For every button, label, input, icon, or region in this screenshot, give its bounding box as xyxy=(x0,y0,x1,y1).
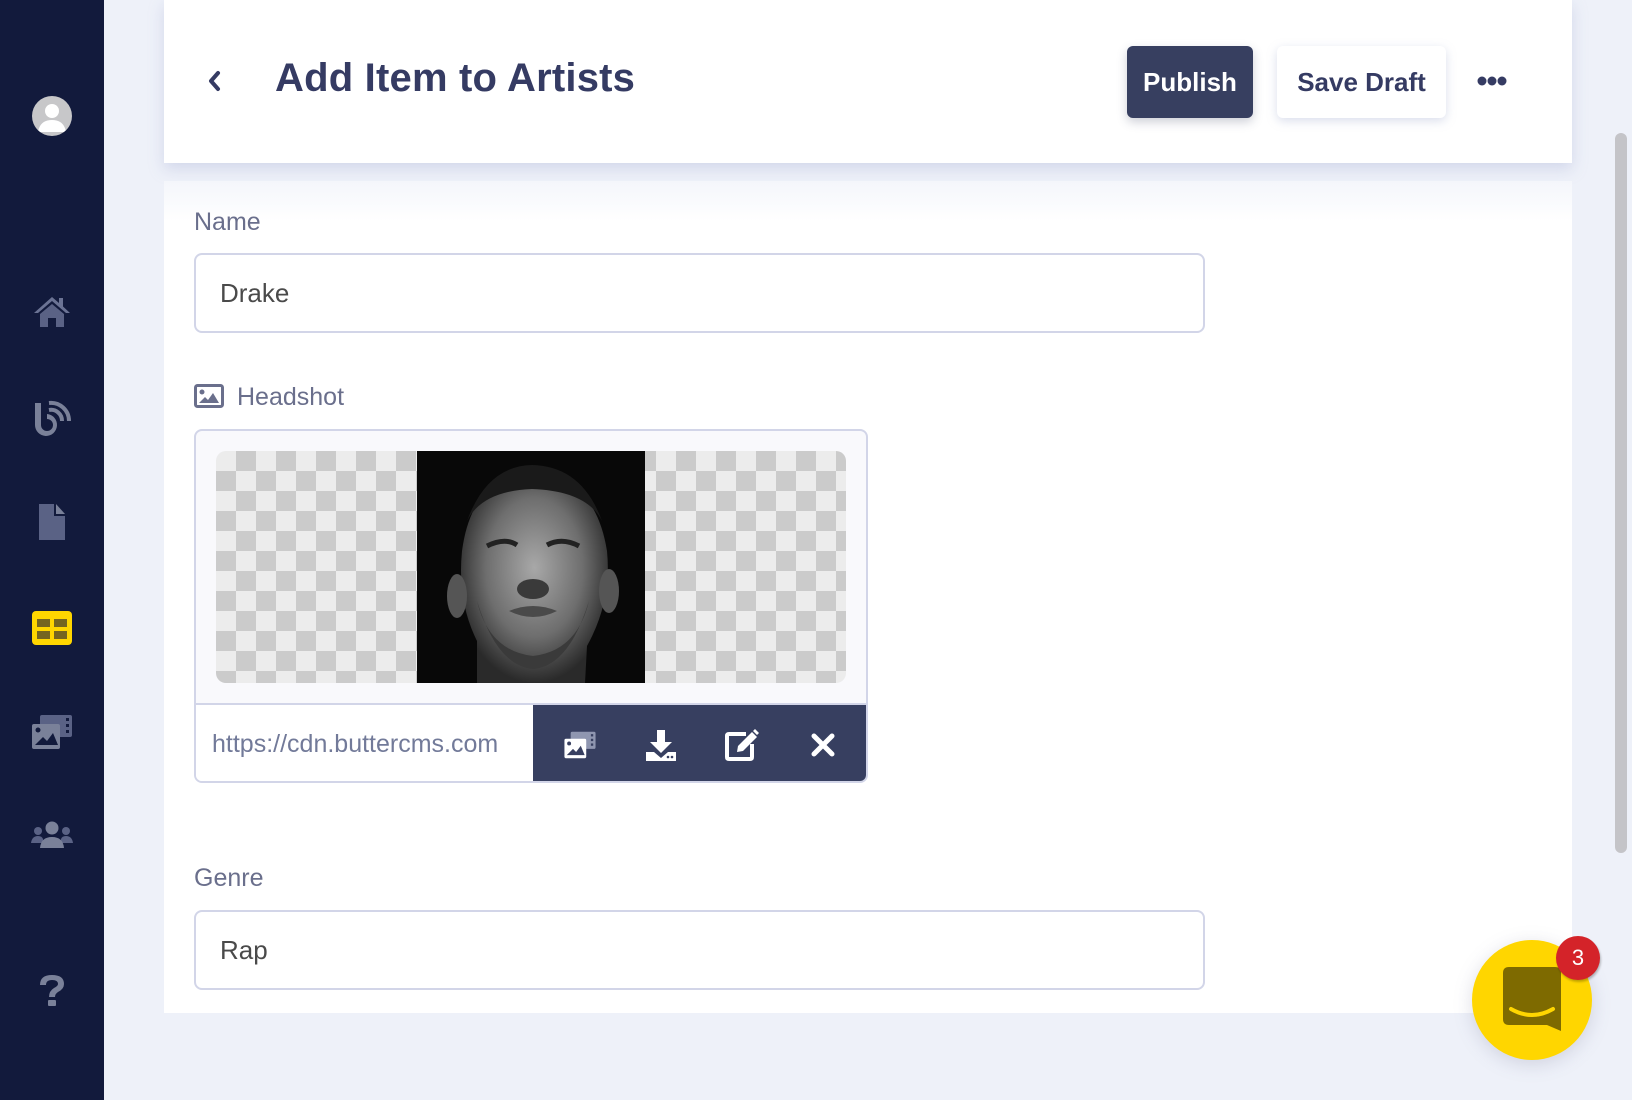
close-icon xyxy=(811,733,835,757)
remove-image-button[interactable] xyxy=(793,715,853,775)
media-library-icon xyxy=(564,731,596,759)
publish-button[interactable]: Publish xyxy=(1127,46,1253,118)
page-icon xyxy=(39,504,65,540)
genre-label: Genre xyxy=(194,864,264,892)
sidebar-item-home[interactable] xyxy=(30,290,74,334)
download-button[interactable] xyxy=(631,715,691,775)
open-media-library-button[interactable] xyxy=(550,715,610,775)
user-avatar[interactable] xyxy=(32,96,72,136)
media-library-icon xyxy=(32,715,72,749)
sidebar-item-collections[interactable] xyxy=(30,606,74,650)
notification-badge: 3 xyxy=(1556,936,1600,980)
edit-image-button[interactable] xyxy=(712,715,772,775)
page-title: Add Item to Artists xyxy=(275,56,636,100)
download-icon xyxy=(645,730,676,761)
headshot-label: Headshot xyxy=(237,383,345,411)
collections-table-icon xyxy=(32,611,72,645)
sidebar-item-help[interactable] xyxy=(30,968,74,1012)
sidebar-item-media[interactable] xyxy=(30,710,74,754)
headshot-image xyxy=(417,451,645,683)
name-input[interactable] xyxy=(194,253,1205,333)
scrollbar-thumb[interactable] xyxy=(1615,133,1627,853)
chat-bubble-icon xyxy=(1503,967,1561,1031)
sidebar-item-users[interactable] xyxy=(30,814,74,858)
back-button[interactable] xyxy=(200,64,228,98)
home-icon xyxy=(34,297,70,327)
sidebar xyxy=(0,0,104,1100)
name-label: Name xyxy=(194,208,261,236)
help-icon xyxy=(40,975,64,1006)
ellipsis-icon xyxy=(1477,76,1507,86)
headshot-media-field xyxy=(194,429,868,783)
user-avatar-icon xyxy=(38,104,66,132)
media-toolbar xyxy=(533,705,866,781)
chevron-left-icon xyxy=(209,71,220,91)
image-icon xyxy=(194,384,224,408)
edit-icon xyxy=(725,729,760,761)
sidebar-item-blog[interactable] xyxy=(30,396,74,440)
headshot-preview[interactable] xyxy=(216,451,846,683)
users-icon xyxy=(31,821,73,848)
headshot-url-input[interactable] xyxy=(196,705,533,781)
genre-input[interactable] xyxy=(194,910,1205,990)
sidebar-item-pages[interactable] xyxy=(30,500,74,544)
blog-icon xyxy=(35,400,72,436)
more-options-button[interactable] xyxy=(1474,66,1510,96)
save-draft-button[interactable]: Save Draft xyxy=(1277,46,1446,118)
